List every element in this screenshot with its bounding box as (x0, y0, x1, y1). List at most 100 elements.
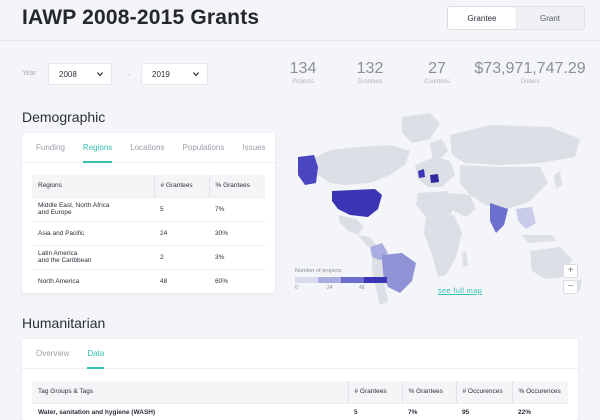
humanitarian-section-title: Humanitarian (22, 315, 106, 331)
from-year-select[interactable]: 2008 (48, 63, 112, 85)
stat-value: 27 (428, 60, 446, 77)
region-name: Latin America (38, 250, 78, 257)
view-toggle: Grantee Grant (447, 6, 585, 30)
map-country-madagascar[interactable] (462, 251, 468, 267)
map-country-north-africa[interactable] (416, 191, 456, 217)
tab-funding[interactable]: Funding (36, 133, 65, 162)
year-label: Year (22, 70, 37, 77)
column-header-occurences: # Occurences (455, 381, 512, 403)
region-cell: North America (32, 268, 154, 293)
table-row: Asia and Pacific 24 30% (32, 220, 265, 245)
map-legend: Number of projects 0 24 48 (295, 268, 387, 291)
map-country-southeast-asia[interactable] (516, 207, 536, 229)
tag-cell: Water, sanitation and hygiene (WASH) (32, 402, 348, 420)
zoom-in-button[interactable]: + (563, 264, 578, 278)
zoom-out-button[interactable]: − (563, 280, 578, 294)
map-country-japan[interactable] (554, 171, 562, 189)
grantees-cell: 2 (154, 244, 209, 269)
tab-data[interactable]: Data (87, 339, 104, 369)
chevron-down-icon (97, 72, 103, 77)
map-country-germany[interactable] (430, 174, 439, 183)
demographic-tabs: Funding Regions Locations Populations Is… (22, 133, 275, 163)
map-country-central-america[interactable] (358, 235, 376, 247)
region-cell: Latin America and the Caribbean (32, 244, 154, 269)
map-country-russia[interactable] (450, 125, 580, 165)
region-name: Middle East, North Africa (38, 202, 110, 209)
region-name-line2: and the Caribbean (38, 257, 92, 264)
stat-label: Grantees (357, 79, 383, 85)
map-country-central-asia[interactable] (460, 165, 548, 209)
pct-cell: 60% (209, 268, 265, 293)
tab-regions[interactable]: Regions (82, 133, 113, 163)
map-country-canada[interactable] (310, 145, 410, 185)
humanitarian-card: Overview Data Tag Groups & Tags # Grante… (22, 339, 578, 420)
map-country-mexico[interactable] (338, 215, 364, 235)
to-year-value: 2019 (152, 69, 170, 79)
to-year-select[interactable]: 2019 (141, 63, 208, 85)
stat-projects: 134 Projects (284, 60, 322, 85)
demographic-card: Funding Regions Locations Populations Is… (22, 133, 275, 293)
region-name-line2: and Europe (38, 209, 72, 216)
column-header-grantees: # Grantees (153, 175, 209, 197)
pct-grantees-cell: 7% (402, 402, 456, 420)
stat-label: Countries (424, 79, 450, 85)
humanitarian-tabs: Overview Data (22, 339, 578, 369)
regions-table: Regions # Grantees % Grantees Middle Eas… (32, 175, 265, 293)
tab-overview[interactable]: Overview (36, 339, 69, 368)
column-header-grantees: # Grantees (347, 381, 402, 403)
pct-cell: 30% (209, 220, 265, 245)
legend-tick: 24 (327, 285, 333, 291)
stat-label: Projects (292, 79, 314, 85)
tab-populations[interactable]: Populations (183, 133, 225, 162)
map-country-indonesia[interactable] (522, 235, 556, 243)
map-country-usa[interactable] (332, 189, 382, 217)
map-country-greenland[interactable] (402, 113, 440, 143)
page-title: IAWP 2008-2015 Grants (22, 6, 260, 29)
from-year-value: 2008 (59, 69, 77, 79)
legend-tick: 48 (359, 285, 365, 291)
tab-issues[interactable]: Issues (242, 133, 265, 162)
stat-value: $73,971,747.29 (474, 60, 586, 77)
year-range-dash: - (127, 70, 130, 79)
chevron-down-icon (193, 72, 199, 77)
table-row: Middle East, North Africa and Europe 5 7% (32, 196, 265, 221)
map-country-africa[interactable] (424, 215, 462, 277)
grantees-cell: 5 (348, 402, 402, 420)
grantees-cell: 24 (154, 220, 209, 245)
humanitarian-table: Tag Groups & Tags # Grantees % Grantees … (32, 381, 568, 420)
column-header-pct-grantees: % Grantees (401, 381, 456, 403)
map-country-brazil[interactable] (382, 253, 416, 293)
pct-occurences-cell: 22% (512, 402, 568, 420)
grantees-cell: 5 (154, 196, 209, 221)
region-name: Asia and Pacific (38, 229, 85, 237)
table-header-row: Tag Groups & Tags # Grantees % Grantees … (32, 381, 568, 403)
column-header-regions: Regions (32, 175, 154, 197)
pct-cell: 7% (209, 196, 265, 221)
header-divider (0, 40, 600, 41)
map-country-scandinavia[interactable] (430, 139, 448, 159)
toggle-grantee-button[interactable]: Grantee (448, 7, 516, 29)
stat-dollars: $73,971,747.29 Dollars (474, 60, 586, 85)
map-country-alaska[interactable] (298, 155, 318, 185)
toggle-grant-button[interactable]: Grant (516, 7, 584, 29)
see-full-map-link[interactable]: see full map (438, 286, 482, 295)
legend-tick: 0 (295, 285, 298, 291)
table-row: Water, sanitation and hygiene (WASH) 5 7… (32, 402, 568, 420)
legend-title: Number of projects (295, 268, 342, 274)
pct-cell: 3% (209, 244, 265, 269)
demographic-section-title: Demographic (22, 109, 106, 125)
column-header-pct-grantees: % Grantees (208, 175, 265, 197)
column-header-tags: Tag Groups & Tags (32, 381, 348, 403)
table-header-row: Regions # Grantees % Grantees (32, 175, 265, 197)
column-header-pct-occurences: % Occurences (511, 381, 568, 403)
region-name: North America (38, 277, 80, 285)
stat-countries: 27 Countries (418, 60, 456, 85)
region-cell: Middle East, North Africa and Europe (32, 196, 154, 221)
stat-label: Dollars (520, 79, 540, 85)
tab-locations[interactable]: Locations (130, 133, 164, 162)
grantees-cell: 48 (154, 268, 209, 293)
region-cell: Asia and Pacific (32, 220, 154, 245)
stat-value: 134 (289, 60, 317, 77)
stat-value: 132 (356, 60, 384, 77)
table-row: Latin America and the Caribbean 2 3% (32, 244, 265, 269)
